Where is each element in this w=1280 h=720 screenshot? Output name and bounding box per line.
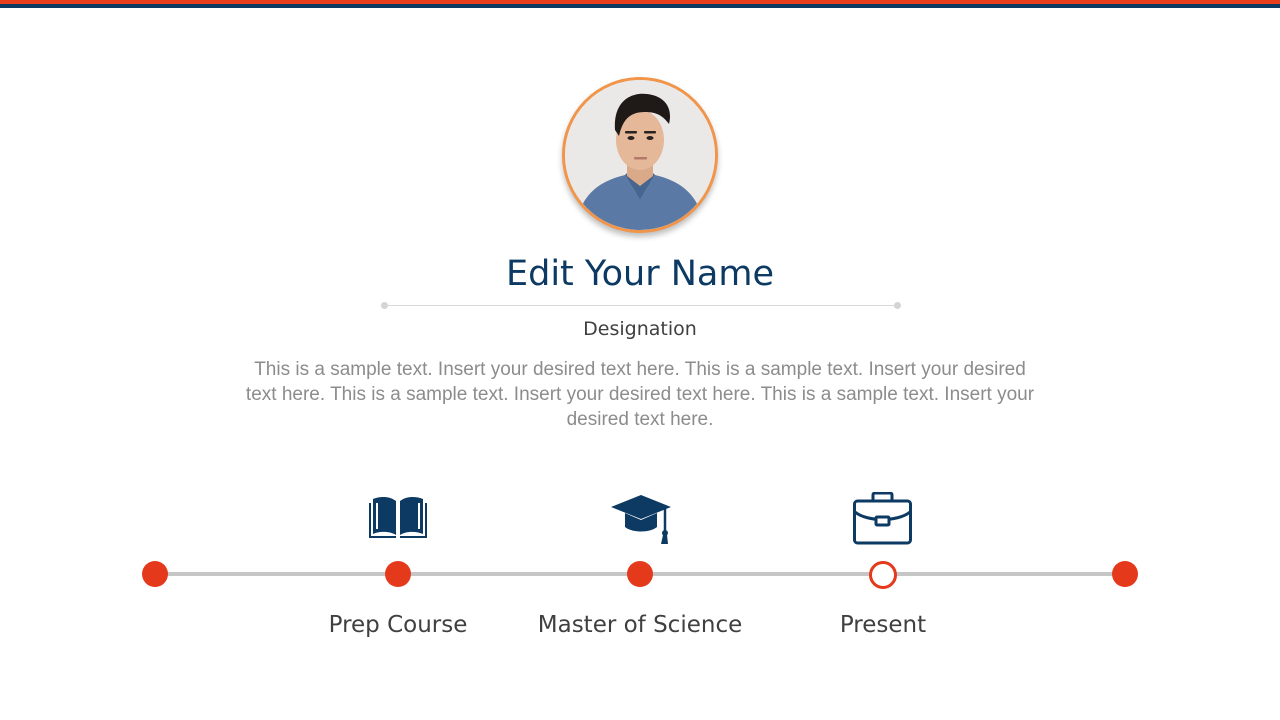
name-divider (384, 305, 898, 306)
timeline-start-node (142, 561, 168, 587)
top-navy-bar (0, 4, 1280, 8)
graduation-cap-icon (611, 495, 671, 544)
briefcase-icon (853, 492, 912, 545)
timeline-node-master-of-science (627, 561, 653, 587)
profile-description: This is a sample text. Insert your desir… (245, 359, 1035, 430)
divider-right-dot (894, 302, 901, 309)
milestone-label-present: Present (839, 612, 927, 638)
book-icon (369, 496, 427, 538)
milestone-label-prep-course: Prep Course (328, 612, 468, 638)
timeline-node-present (869, 561, 897, 589)
person-photo-icon (565, 80, 715, 230)
timeline-node-prep-course (385, 561, 411, 587)
timeline-end-node (1112, 561, 1138, 587)
profile-designation: Designation (583, 318, 697, 340)
profile-avatar (562, 77, 718, 233)
milestone-label-master-of-science: Master of Science (537, 612, 743, 638)
profile-name: Edit Your Name (505, 254, 774, 294)
